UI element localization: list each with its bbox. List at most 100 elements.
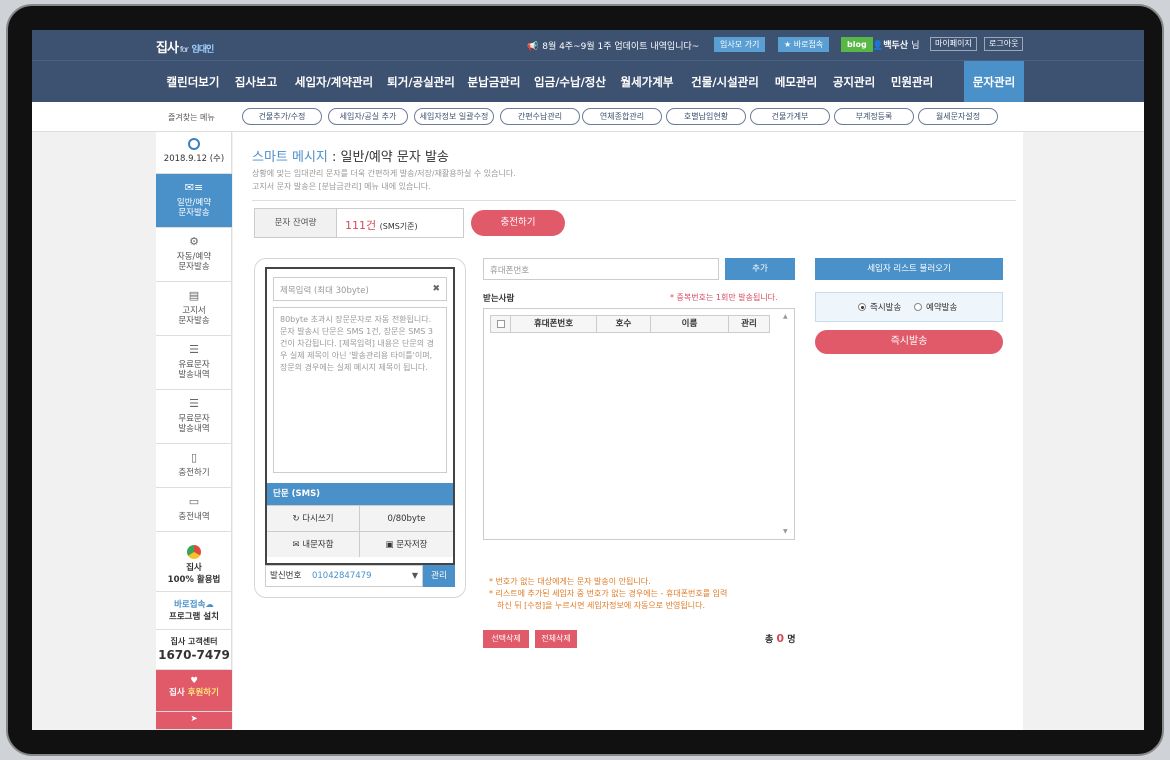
- sidebar-item-charge[interactable]: ▯ 충전하기: [156, 444, 232, 488]
- duplicate-note: * 중복번호는 1회만 발송됩니다.: [670, 293, 778, 302]
- sender-label: 발신번호: [270, 571, 302, 581]
- gear-icon: ⚙: [189, 235, 199, 248]
- add-recipient-button[interactable]: 추가: [725, 258, 795, 280]
- scroll-down-icon[interactable]: ▼: [783, 528, 788, 535]
- sms-remaining-label: 문자 잔여량: [255, 209, 337, 237]
- quick-rent-sms-setting[interactable]: 월세문자설정: [918, 108, 998, 125]
- sms-remaining-count: 111건 (SMS기준): [345, 217, 418, 233]
- save-icon: ▣: [385, 540, 397, 550]
- quick-menu-label: 즐겨찾는 메뉴: [168, 113, 215, 122]
- col-phone: 휴대폰번호: [511, 316, 597, 332]
- recipients-table: 휴대폰번호 호수 이름 관리 ▲ ▼: [483, 308, 795, 540]
- select-all-checkbox[interactable]: [497, 320, 505, 328]
- delete-all-button[interactable]: 전체삭제: [535, 630, 577, 648]
- nav-building-facility[interactable]: 건물/시설관리: [684, 61, 766, 103]
- message-type-bar: 단문 (SMS): [267, 483, 453, 505]
- sender-number-select[interactable]: 발신번호 01042847479 ▼: [265, 565, 423, 587]
- user-name: 백두산: [883, 41, 909, 51]
- my-messages-button[interactable]: ✉ 내문자함: [267, 531, 360, 557]
- select-all-cell: [491, 316, 511, 332]
- list-icon: ☰: [189, 397, 199, 410]
- logo[interactable]: 집사 for 임대인: [156, 37, 214, 56]
- page-title-rest: : 일반/예약 문자 발송: [327, 150, 449, 165]
- send-now-button[interactable]: 즉시발송: [815, 330, 1003, 354]
- fast-connect-button[interactable]: ★ 바로접속: [778, 37, 830, 52]
- sidebar-item-label: 고지서: [182, 306, 206, 316]
- message-body-textarea[interactable]: 80byte 초과시 장문문자로 자동 전환됩니다. 문자 발송시 단문은 SM…: [273, 307, 447, 473]
- sidebar-item-label: 자동/예약: [176, 252, 212, 262]
- fast-connect-label: 바로접속: [793, 40, 824, 49]
- quick-simple-payment[interactable]: 간편수납관리: [500, 108, 580, 125]
- quick-building-edit[interactable]: 건물추가/수정: [242, 108, 322, 125]
- refresh-icon: ↻: [292, 514, 303, 524]
- screen: 집사 for 임대인 📢 8월 4주~9월 1주 업데이트 내역입니다~ 임사모 가…: [32, 30, 1144, 730]
- delete-selected-button[interactable]: 선택삭제: [483, 630, 529, 648]
- total-prefix: 총: [765, 635, 774, 645]
- nav-installment[interactable]: 분납금관리: [462, 61, 526, 103]
- load-tenant-list-button[interactable]: 세입자 리스트 불러오기: [815, 258, 1003, 280]
- mypage-link[interactable]: 마이페이지: [930, 37, 977, 51]
- subject-input[interactable]: 제목입력 (최대 30byte) ✖: [273, 277, 447, 301]
- recipients-scrollbar[interactable]: ▲ ▼: [782, 313, 792, 535]
- donate-button[interactable]: ♥ 집사 후원하기: [156, 670, 232, 712]
- promo-fast-install[interactable]: 바로접속☁ 프로그램 설치: [156, 592, 232, 630]
- quick-unit-payment[interactable]: 호별납입현황: [666, 108, 746, 125]
- update-notice[interactable]: 📢 8월 4주~9월 1주 업데이트 내역입니다~: [527, 39, 699, 52]
- promo-fast-line1: 바로접속: [174, 600, 206, 610]
- quick-tenant-add[interactable]: 세입자/공실 추가: [328, 108, 408, 125]
- send-promo[interactable]: ➤: [156, 712, 232, 730]
- close-icon[interactable]: ✖: [432, 284, 440, 294]
- cs-label: 집사 고객센터: [170, 637, 218, 646]
- sidebar-item-bill-sms[interactable]: ▤ 고지서 문자발송: [156, 282, 232, 336]
- send-now-radio[interactable]: [858, 303, 866, 311]
- sender-manage-button[interactable]: 관리: [423, 565, 455, 587]
- sender-number: 01042847479: [311, 571, 372, 581]
- nav-notice[interactable]: 공지관리: [826, 61, 882, 103]
- star-icon: ★: [784, 40, 794, 49]
- sidebar-item-label: 문자발송: [178, 262, 210, 272]
- quick-building-ledger[interactable]: 건물가계부: [750, 108, 830, 125]
- blog-button[interactable]: blog: [841, 37, 873, 52]
- sidebar-item-paid-history[interactable]: ☰ 유료문자 발송내역: [156, 336, 232, 390]
- nav-moveout-vacancy[interactable]: 퇴거/공실관리: [382, 61, 460, 103]
- mobile-icon: ▯: [190, 451, 198, 464]
- scroll-up-icon[interactable]: ▲: [783, 313, 788, 320]
- nav-memo[interactable]: 메모관리: [768, 61, 824, 103]
- logout-link[interactable]: 로그아웃: [984, 37, 1024, 51]
- quick-tenant-bulk-edit[interactable]: 세입자정보 일괄수정: [414, 108, 494, 125]
- notice-text: 8월 4주~9월 1주 업데이트 내역입니다~: [542, 42, 700, 52]
- page-description-2: 고지서 문자 발송은 [분납금관리] 메뉴 내에 있습니다.: [252, 182, 431, 191]
- sidebar-item-label: 유료문자: [178, 360, 210, 370]
- page-title: 스마트 메시지 : 일반/예약 문자 발송: [252, 146, 449, 165]
- nav-rent-ledger[interactable]: 월세가계부: [612, 61, 682, 103]
- nav-calendar[interactable]: 캘린더보기: [160, 61, 226, 103]
- save-message-label: 문자저장: [396, 540, 428, 550]
- sidebar-item-auto-sms[interactable]: ⚙ 자동/예약 문자발송: [156, 228, 232, 282]
- logo-for: for: [179, 45, 189, 54]
- save-message-button[interactable]: ▣ 문자저장: [360, 531, 453, 557]
- recipients-table-header: 휴대폰번호 호수 이름 관리: [490, 315, 770, 333]
- quick-overdue[interactable]: 연체종합관리: [582, 108, 662, 125]
- page-title-highlight: 스마트 메시지: [252, 150, 328, 165]
- recipients-label: 받는사람: [483, 294, 515, 304]
- warning-text-2: * 리스트에 추가된 세입자 중 번호가 없는 경우에는 - 휴대폰번호를 입력: [489, 589, 728, 598]
- my-messages-label: 내문자함: [302, 540, 334, 550]
- phone-number-input[interactable]: 휴대폰번호: [483, 258, 719, 280]
- nav-report[interactable]: 집사보고: [228, 61, 284, 103]
- sidebar-item-free-history[interactable]: ☰ 무료문자 발송내역: [156, 390, 232, 444]
- nav-complaint[interactable]: 민원관리: [884, 61, 940, 103]
- send-reserve-radio[interactable]: [914, 303, 922, 311]
- quick-menu-bar: 즐겨찾는 메뉴 건물추가/수정 세입자/공실 추가 세입자정보 일괄수정 간편수…: [32, 102, 1144, 132]
- charge-button[interactable]: 충전하기: [471, 210, 565, 236]
- right-gutter: [1023, 132, 1144, 730]
- imsamo-button[interactable]: 임사모 가기: [714, 37, 766, 52]
- sidebar-item-general-sms[interactable]: ✉≡ 일반/예약 문자발송: [156, 174, 232, 228]
- nav-sms[interactable]: 문자관리: [964, 61, 1024, 103]
- quick-subaccount[interactable]: 부계정등록: [834, 108, 914, 125]
- nav-payment[interactable]: 입금/수납/정산: [530, 61, 610, 103]
- main-content: 스마트 메시지 : 일반/예약 문자 발송 상황에 맞는 임대관리 문자를 더욱…: [233, 132, 1023, 730]
- nav-tenant-contract[interactable]: 세입자/계약관리: [288, 61, 380, 103]
- sidebar-item-charge-history[interactable]: ▭ 충전내역: [156, 488, 232, 532]
- promo-app-guide[interactable]: 집사 100% 활용법: [156, 540, 232, 592]
- rewrite-button[interactable]: ↻ 다시쓰기: [267, 505, 360, 531]
